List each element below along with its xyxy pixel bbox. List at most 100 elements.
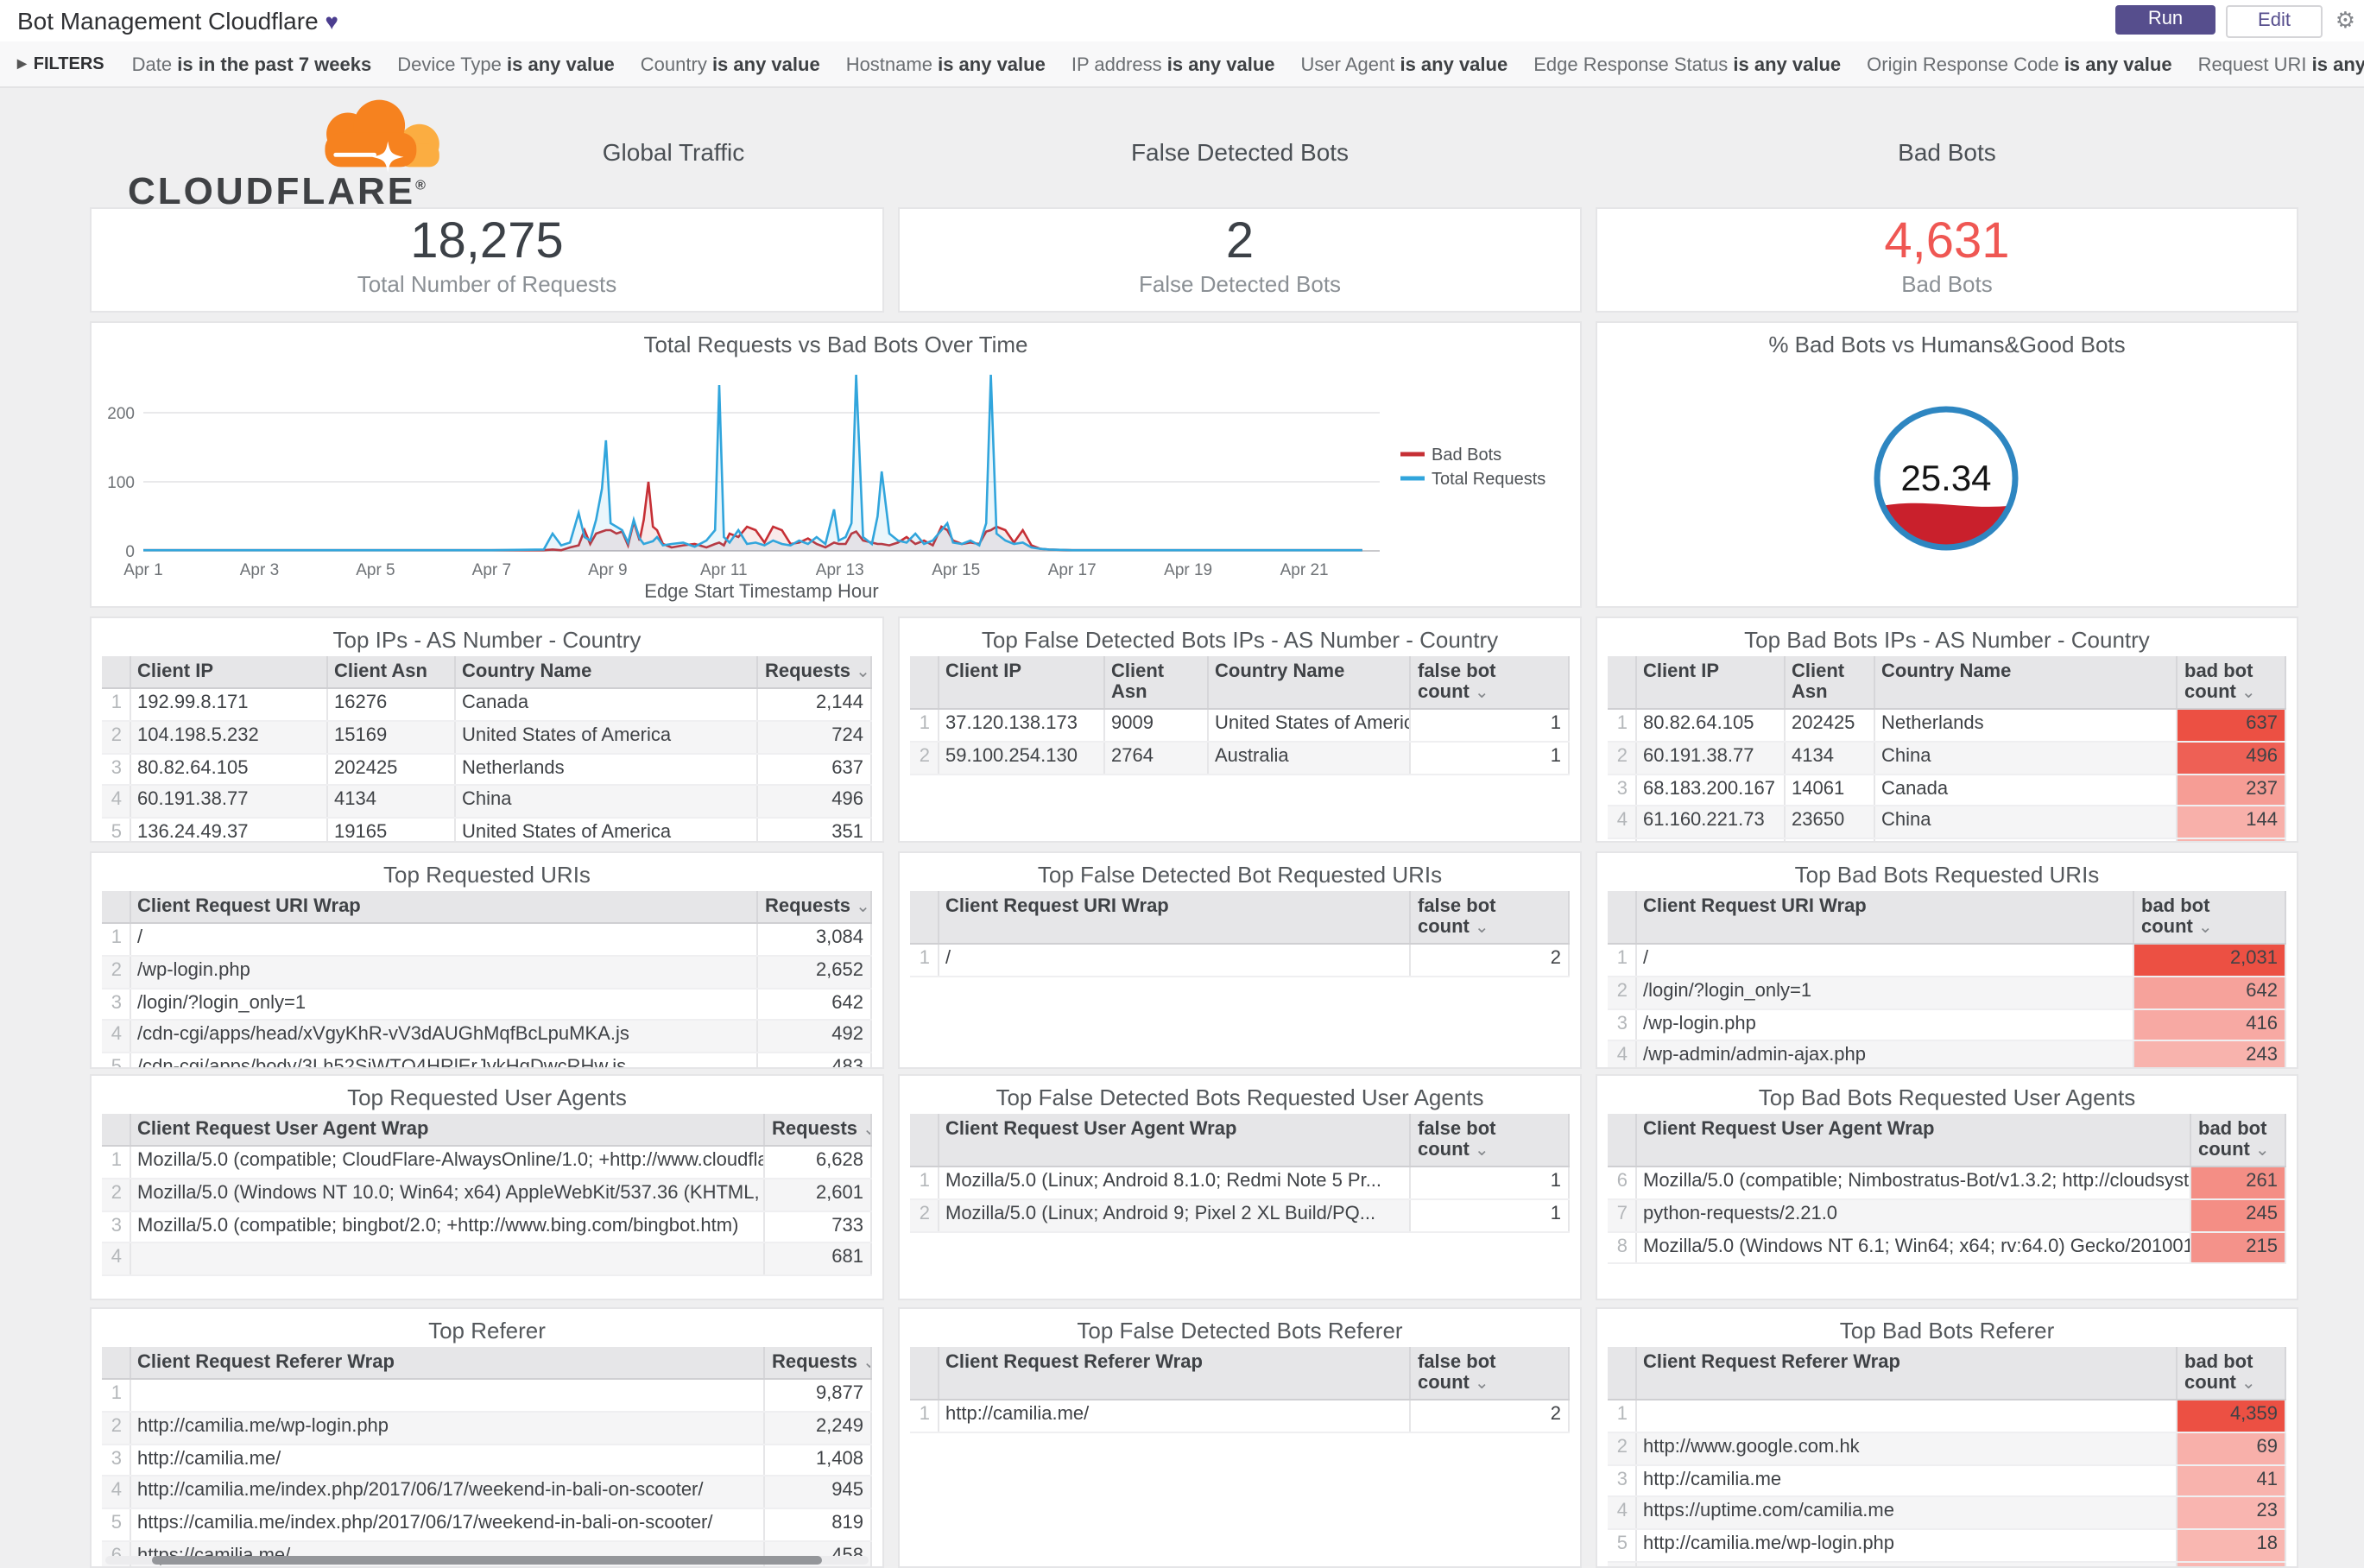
- cell[interactable]: Mozilla/5.0 (compatible; Nimbostratus-Bo…: [1635, 1167, 2191, 1200]
- sort-descending-icon[interactable]: ⌄: [2198, 919, 2213, 938]
- sort-descending-icon[interactable]: ⌄: [2241, 1375, 2256, 1394]
- cell[interactable]: 243: [2133, 1040, 2286, 1067]
- filters-toggle[interactable]: ▶ FILTERS: [17, 54, 104, 73]
- edit-button[interactable]: Edit: [2226, 5, 2323, 38]
- cell[interactable]: /login/?login_only=1: [1635, 976, 2134, 1009]
- cell[interactable]: /login/?login_only=1: [130, 988, 758, 1021]
- cell[interactable]: http://camilia.me/wp-login.php: [1635, 1529, 2178, 1563]
- cell[interactable]: 14061: [1784, 774, 1874, 807]
- column-header[interactable]: Requests⌄: [757, 891, 872, 924]
- cell[interactable]: Mozilla/5.0 (Linux; Android 9; Pixel 2 X…: [938, 1198, 1411, 1232]
- filter-item[interactable]: Date is in the past 7 weeks: [132, 55, 372, 76]
- cell[interactable]: 69: [2177, 1432, 2286, 1465]
- cell[interactable]: China: [1874, 806, 2178, 839]
- column-header[interactable]: Client Asn: [326, 656, 455, 689]
- cell[interactable]: 23650: [1784, 806, 1874, 839]
- sort-descending-icon[interactable]: ⌄: [2241, 684, 2256, 703]
- cell[interactable]: 733: [764, 1211, 872, 1244]
- filter-item[interactable]: IP address is any value: [1071, 55, 1275, 76]
- sort-descending-icon[interactable]: ⌄: [863, 1354, 869, 1373]
- cell[interactable]: https://uptime.com/camilia.me: [1635, 1496, 2178, 1530]
- cell[interactable]: 11: [2177, 1561, 2286, 1566]
- cell[interactable]: 202425: [1784, 709, 1874, 743]
- cell[interactable]: https://camilia.me/index.php/2017/06/17/…: [130, 1508, 765, 1542]
- cell[interactable]: 202425: [326, 753, 455, 787]
- column-header[interactable]: Client Asn: [1784, 656, 1874, 710]
- cell[interactable]: 19165: [326, 818, 455, 841]
- sort-descending-icon[interactable]: ⌄: [2255, 1141, 2270, 1160]
- cell[interactable]: Mozilla/5.0 (Linux; Android 8.1.0; Redmi…: [938, 1167, 1411, 1200]
- filter-item[interactable]: Request URI is any value: [2198, 55, 2364, 76]
- cell[interactable]: http://camilia.me: [1635, 1464, 2178, 1498]
- column-header[interactable]: Client Request Referer Wrap: [938, 1347, 1411, 1400]
- column-header[interactable]: Client IP: [130, 656, 327, 689]
- column-header[interactable]: Client Request URI Wrap: [130, 891, 758, 924]
- column-header[interactable]: Client Request Referer Wrap: [130, 1347, 765, 1380]
- cell[interactable]: United States of America: [454, 720, 758, 754]
- cell[interactable]: 237: [2177, 774, 2286, 807]
- sort-descending-icon[interactable]: ⌄: [1475, 1375, 1489, 1394]
- horizontal-scrollbar[interactable]: [105, 1556, 869, 1565]
- cell[interactable]: 351: [757, 818, 872, 841]
- cell[interactable]: 3,084: [757, 923, 872, 957]
- cell[interactable]: 1: [1410, 1167, 1570, 1200]
- column-header[interactable]: Client Request User Agent Wrap: [938, 1114, 1411, 1167]
- cell[interactable]: [2177, 838, 2286, 841]
- cell[interactable]: 492: [757, 1020, 872, 1053]
- cell[interactable]: [1874, 838, 2178, 841]
- cell[interactable]: 192.99.8.171: [130, 688, 327, 722]
- cell[interactable]: http://camilia.me/: [130, 1444, 765, 1477]
- cell[interactable]: python-requests/2.21.0: [1635, 1198, 2191, 1232]
- kpi-value[interactable]: 2: [900, 214, 1580, 271]
- column-header[interactable]: Client Request URI Wrap: [1635, 891, 2134, 945]
- cell[interactable]: 80.82.64.105: [1635, 709, 1785, 743]
- cell[interactable]: Netherlands: [454, 753, 758, 787]
- cell[interactable]: United States of America: [1207, 709, 1411, 743]
- cell[interactable]: Netherlands: [1874, 709, 2178, 743]
- sort-descending-icon[interactable]: ⌄: [863, 1121, 869, 1140]
- cell[interactable]: 136.24.49.37: [130, 818, 327, 841]
- cell[interactable]: Mozilla/5.0 (Windows NT 6.1; Win64; x64;…: [1635, 1231, 2191, 1265]
- filter-item[interactable]: Device Type is any value: [397, 55, 615, 76]
- column-header[interactable]: false bot count ⌄: [1410, 891, 1570, 945]
- filter-item[interactable]: Edge Response Status is any value: [1533, 55, 1841, 76]
- column-header[interactable]: Client Request User Agent Wrap: [130, 1114, 765, 1147]
- kpi-value[interactable]: 4,631: [1597, 214, 2297, 271]
- cell[interactable]: Mozilla/5.0 (compatible; bingbot/2.0; +h…: [130, 1211, 765, 1244]
- cell[interactable]: 9009: [1103, 709, 1208, 743]
- cell[interactable]: 1,408: [764, 1444, 872, 1477]
- cell[interactable]: 9,877: [764, 1379, 872, 1413]
- cell[interactable]: 15169: [326, 720, 455, 754]
- cell[interactable]: China: [454, 785, 758, 819]
- cell[interactable]: /cdn-cgi/apps/body/3Lh52SjWTQ4HRlErJykHq…: [130, 1053, 758, 1067]
- sort-descending-icon[interactable]: ⌄: [1475, 919, 1489, 938]
- gauge-value[interactable]: 25.34: [1900, 458, 1991, 498]
- cell[interactable]: 642: [757, 988, 872, 1021]
- cell[interactable]: http://camilia.me/: [1635, 1561, 2178, 1566]
- column-header[interactable]: Client Asn: [1103, 656, 1208, 710]
- cell[interactable]: 104.198.5.232: [130, 720, 327, 754]
- column-header[interactable]: Client IP: [938, 656, 1104, 710]
- sort-descending-icon[interactable]: ⌄: [856, 898, 869, 917]
- sort-descending-icon[interactable]: ⌄: [856, 663, 869, 682]
- column-header[interactable]: false bot count ⌄: [1410, 1347, 1570, 1400]
- gear-icon[interactable]: ⚙︎: [2336, 7, 2355, 36]
- cell[interactable]: [130, 1379, 765, 1413]
- cell[interactable]: 1: [1410, 741, 1570, 775]
- cell[interactable]: 61.160.221.73: [1635, 806, 1785, 839]
- cell[interactable]: 245: [2190, 1198, 2286, 1232]
- cell[interactable]: [1635, 838, 1785, 841]
- column-header[interactable]: Client IP: [1635, 656, 1785, 710]
- cell[interactable]: http://camilia.me/index.php/2017/06/17/w…: [130, 1476, 765, 1509]
- cell[interactable]: Mozilla/5.0 (Windows NT 10.0; Win64; x64…: [130, 1178, 765, 1211]
- column-header[interactable]: Client Request URI Wrap: [938, 891, 1411, 945]
- cell[interactable]: 496: [757, 785, 872, 819]
- column-header[interactable]: Client Request Referer Wrap: [1635, 1347, 2178, 1400]
- cell[interactable]: /wp-login.php: [130, 955, 758, 989]
- cell[interactable]: 41: [2177, 1464, 2286, 1498]
- cell[interactable]: /cdn-cgi/apps/head/xVgyKhR-vV3dAUGhMqfBc…: [130, 1020, 758, 1053]
- cell[interactable]: 1: [1410, 709, 1570, 743]
- cell[interactable]: 60.191.38.77: [1635, 741, 1785, 775]
- cell[interactable]: United States of America: [454, 818, 758, 841]
- cell[interactable]: 416: [2133, 1008, 2286, 1042]
